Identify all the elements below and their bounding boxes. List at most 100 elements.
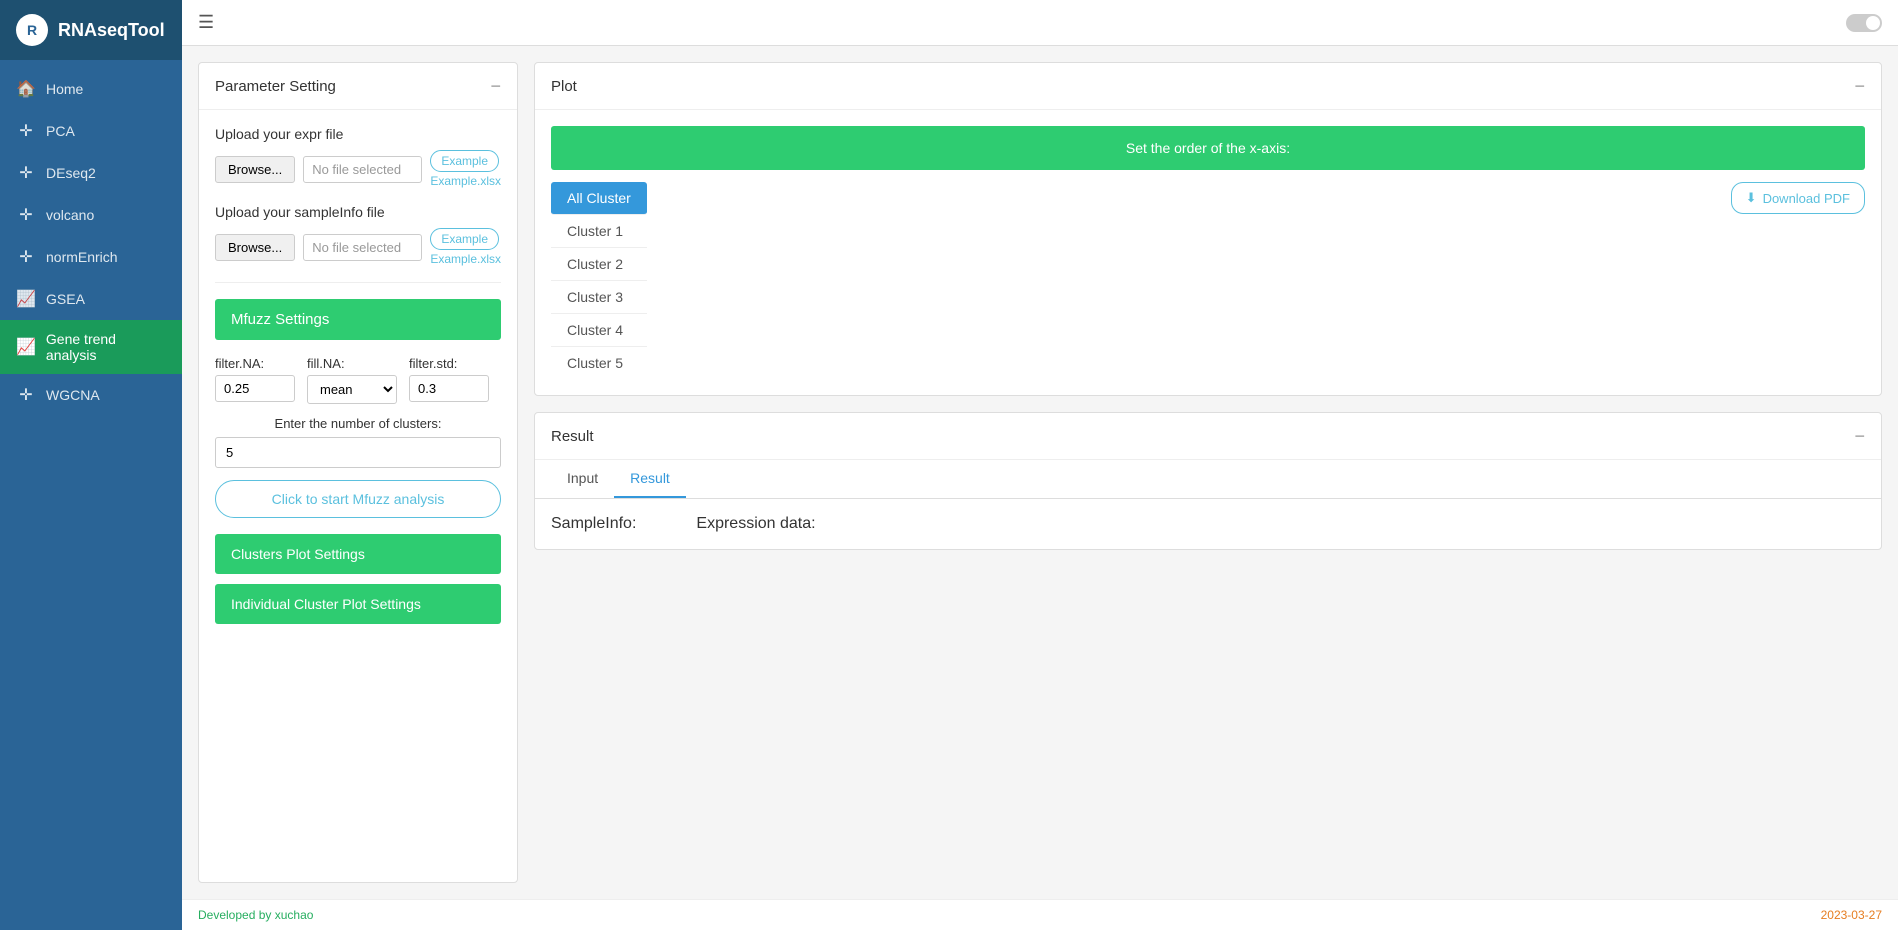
plot-minimize-btn[interactable]: − bbox=[1854, 77, 1865, 95]
result-minimize-btn[interactable]: − bbox=[1854, 427, 1865, 445]
parameter-minimize-btn[interactable]: − bbox=[490, 77, 501, 95]
upload-sample-section: Upload your sampleInfo file Browse... No… bbox=[215, 204, 501, 266]
filter-std-label: filter.std: bbox=[409, 356, 489, 371]
plot-panel-header: Plot − bbox=[535, 63, 1881, 110]
cluster-tab-5[interactable]: Cluster 5 bbox=[551, 347, 647, 379]
app-logo: R RNAseqTool bbox=[0, 0, 182, 60]
home-icon: 🏠 bbox=[16, 79, 36, 99]
divider bbox=[215, 282, 501, 283]
sidebar-item-label: Home bbox=[46, 81, 83, 97]
filter-std-input[interactable] bbox=[409, 375, 489, 402]
filter-na-label: filter.NA: bbox=[215, 356, 295, 371]
parameter-panel-body: Upload your expr file Browse... No file … bbox=[199, 110, 517, 650]
plot-body: Set the order of the x-axis: All Cluster… bbox=[535, 110, 1881, 395]
sample-file-display: No file selected bbox=[303, 234, 422, 261]
upload-sample-label: Upload your sampleInfo file bbox=[215, 204, 501, 220]
sidebar-item-label: normEnrich bbox=[46, 249, 118, 265]
start-mfuzz-btn[interactable]: Click to start Mfuzz analysis bbox=[215, 480, 501, 518]
hamburger-icon[interactable]: ☰ bbox=[198, 12, 214, 33]
filter-na-input[interactable] bbox=[215, 375, 295, 402]
cluster-count-input[interactable] bbox=[215, 437, 501, 468]
sidebar-item-home[interactable]: 🏠 Home bbox=[0, 68, 182, 110]
sidebar-item-gsea[interactable]: 📈 GSEA bbox=[0, 278, 182, 320]
sample-example-group: Example Example.xlsx bbox=[430, 228, 501, 266]
cluster-tab-3[interactable]: Cluster 3 bbox=[551, 281, 647, 314]
cluster-tab-1[interactable]: Cluster 1 bbox=[551, 215, 647, 248]
result-panel-header: Result − bbox=[535, 413, 1881, 460]
plot-panel: Plot − Set the order of the x-axis: All … bbox=[534, 62, 1882, 396]
sidebar: R RNAseqTool 🏠 Home ✛ PCA ✛ DEseq2 ✛ vol… bbox=[0, 0, 182, 930]
fill-na-field: fill.NA: mean median zero bbox=[307, 356, 397, 404]
upload-expr-row: Browse... No file selected Example Examp… bbox=[215, 150, 501, 188]
plot-panel-title: Plot bbox=[551, 78, 577, 95]
app-title: RNAseqTool bbox=[58, 20, 165, 41]
parameter-panel: Parameter Setting − Upload your expr fil… bbox=[198, 62, 518, 883]
parameter-panel-header: Parameter Setting − bbox=[199, 63, 517, 110]
fill-na-label: fill.NA: bbox=[307, 356, 397, 371]
expr-example-group: Example Example.xlsx bbox=[430, 150, 501, 188]
cluster-count-label: Enter the number of clusters: bbox=[215, 416, 501, 431]
top-bar: ☰ bbox=[182, 0, 1898, 46]
sidebar-item-pca[interactable]: ✛ PCA bbox=[0, 110, 182, 152]
cluster-tab-4[interactable]: Cluster 4 bbox=[551, 314, 647, 347]
cluster-tab-2[interactable]: Cluster 2 bbox=[551, 248, 647, 281]
logo-icon: R bbox=[16, 14, 48, 46]
sidebar-item-label: WGCNA bbox=[46, 387, 100, 403]
download-pdf-btn[interactable]: ⬇ Download PDF bbox=[1731, 182, 1865, 214]
result-panel-title: Result bbox=[551, 428, 594, 445]
filter-na-field: filter.NA: bbox=[215, 356, 295, 404]
sidebar-item-label: PCA bbox=[46, 123, 75, 139]
expr-example-link[interactable]: Example.xlsx bbox=[430, 174, 501, 188]
upload-sample-row: Browse... No file selected Example Examp… bbox=[215, 228, 501, 266]
result-tabs: Input Result bbox=[535, 460, 1881, 499]
sidebar-item-label: volcano bbox=[46, 207, 94, 223]
sidebar-item-volcano[interactable]: ✛ volcano bbox=[0, 194, 182, 236]
cluster-tabs: All Cluster Cluster 1 Cluster 2 Cluster … bbox=[551, 182, 647, 379]
clusters-plot-settings-btn[interactable]: Clusters Plot Settings bbox=[215, 534, 501, 574]
expr-file-display: No file selected bbox=[303, 156, 422, 183]
browse-sample-btn[interactable]: Browse... bbox=[215, 234, 295, 261]
sidebar-item-gene-trend[interactable]: 📈 Gene trend analysis bbox=[0, 320, 182, 374]
sidebar-item-wgcna[interactable]: ✛ WGCNA bbox=[0, 374, 182, 416]
sample-example-btn[interactable]: Example bbox=[430, 228, 499, 250]
individual-cluster-plot-settings-btn[interactable]: Individual Cluster Plot Settings bbox=[215, 584, 501, 624]
normenrich-icon: ✛ bbox=[16, 247, 36, 267]
expr-example-btn[interactable]: Example bbox=[430, 150, 499, 172]
sidebar-item-normenrich[interactable]: ✛ normEnrich bbox=[0, 236, 182, 278]
sample-example-link[interactable]: Example.xlsx bbox=[430, 252, 501, 266]
wgcna-icon: ✛ bbox=[16, 385, 36, 405]
footer-dev: Developed by xuchao bbox=[198, 908, 313, 922]
result-body: SampleInfo: Expression data: bbox=[535, 499, 1881, 549]
sidebar-footer bbox=[0, 906, 182, 930]
browse-expr-btn[interactable]: Browse... bbox=[215, 156, 295, 183]
mfuzz-settings-grid: filter.NA: fill.NA: mean median zero fil… bbox=[215, 356, 501, 404]
sidebar-item-label: GSEA bbox=[46, 291, 85, 307]
footer-bar: Developed by xuchao 2023-03-27 bbox=[182, 899, 1898, 930]
volcano-icon: ✛ bbox=[16, 205, 36, 225]
upload-expr-section: Upload your expr file Browse... No file … bbox=[215, 126, 501, 188]
result-tab-result[interactable]: Result bbox=[614, 460, 686, 498]
sidebar-item-label: Gene trend analysis bbox=[46, 331, 166, 363]
content-area: Parameter Setting − Upload your expr fil… bbox=[182, 46, 1898, 899]
cluster-count-section: Enter the number of clusters: bbox=[215, 416, 501, 468]
deseq2-icon: ✛ bbox=[16, 163, 36, 183]
x-axis-order-btn[interactable]: Set the order of the x-axis: bbox=[551, 126, 1865, 170]
result-panel: Result − Input Result SampleInfo: Expres… bbox=[534, 412, 1882, 550]
sample-info-label: SampleInfo: bbox=[551, 515, 636, 533]
download-icon: ⬇ bbox=[1746, 190, 1757, 206]
mfuzz-header: Mfuzz Settings bbox=[215, 299, 501, 340]
result-tab-input[interactable]: Input bbox=[551, 460, 614, 498]
download-pdf-label: Download PDF bbox=[1763, 191, 1850, 206]
theme-toggle[interactable] bbox=[1846, 14, 1882, 32]
cluster-tab-all[interactable]: All Cluster bbox=[551, 182, 647, 215]
fill-na-select[interactable]: mean median zero bbox=[307, 375, 397, 404]
pca-icon: ✛ bbox=[16, 121, 36, 141]
gene-trend-icon: 📈 bbox=[16, 337, 36, 357]
sidebar-item-label: DEseq2 bbox=[46, 165, 96, 181]
expression-data-label: Expression data: bbox=[696, 515, 815, 533]
sidebar-item-deseq2[interactable]: ✛ DEseq2 bbox=[0, 152, 182, 194]
sidebar-nav: 🏠 Home ✛ PCA ✛ DEseq2 ✛ volcano ✛ normEn… bbox=[0, 60, 182, 906]
filter-std-field: filter.std: bbox=[409, 356, 489, 404]
parameter-panel-title: Parameter Setting bbox=[215, 78, 336, 95]
footer-date: 2023-03-27 bbox=[1821, 908, 1882, 922]
